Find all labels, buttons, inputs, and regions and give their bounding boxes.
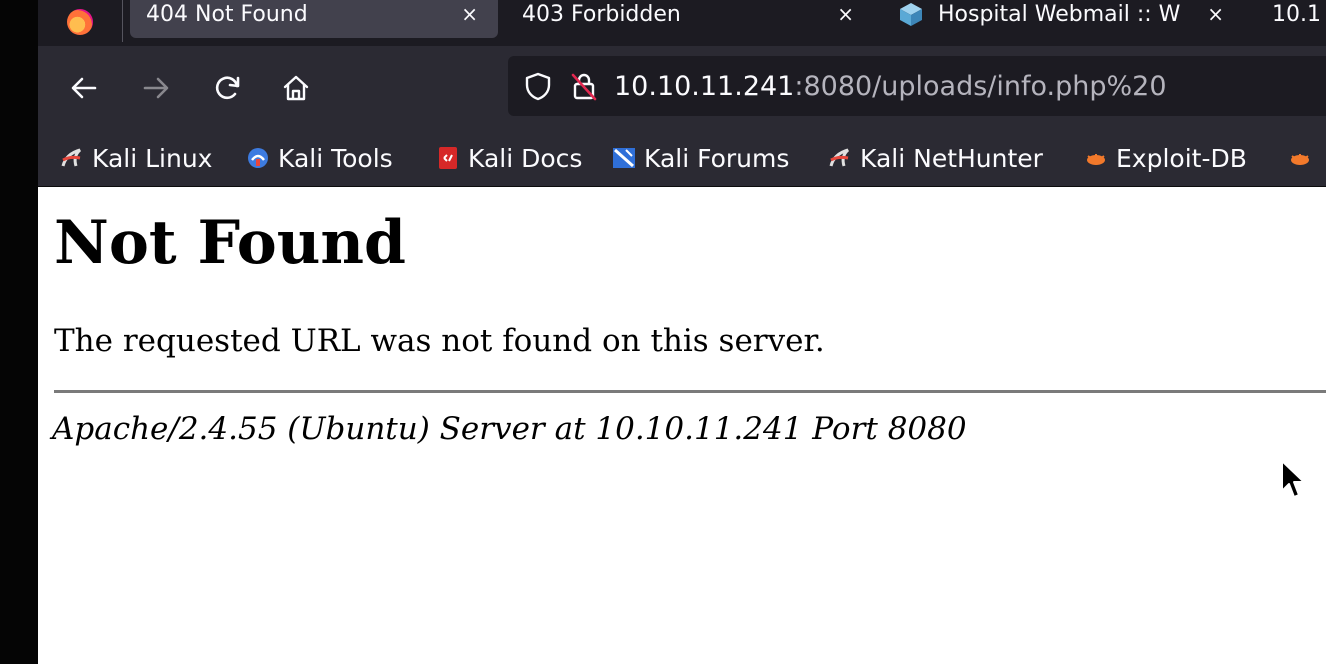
bookmark-kali-forums[interactable]: Kali Forums xyxy=(612,142,789,174)
navigation-toolbar: 10.10.11.241:8080/uploads/info.php%20 xyxy=(38,46,1326,130)
tab-label: 403 Forbidden xyxy=(522,1,681,27)
bookmarks-toolbar: Kali Linux Kali Tools Kali Docs Kali For… xyxy=(38,130,1326,187)
mouse-cursor-icon xyxy=(1281,460,1305,498)
bookmark-kali-linux[interactable]: Kali Linux xyxy=(60,142,212,174)
tab-403-forbidden[interactable]: 403 Forbidden × xyxy=(522,0,862,38)
tab-partial[interactable]: 10.1 xyxy=(1272,0,1326,38)
bookmark-kali-docs[interactable]: Kali Docs xyxy=(436,142,582,174)
tab-label: Hospital Webmail :: W xyxy=(938,1,1181,27)
bookmark-label: Kali Forums xyxy=(644,143,790,173)
url-text[interactable]: 10.10.11.241:8080/uploads/info.php%20 xyxy=(614,71,1167,102)
reload-icon xyxy=(215,76,240,100)
kali-docs-icon xyxy=(439,147,457,169)
address-bar[interactable]: 10.10.11.241:8080/uploads/info.php%20 xyxy=(508,56,1326,116)
insecure-lock-icon[interactable] xyxy=(570,71,598,101)
firefox-icon xyxy=(67,9,93,35)
page-title: Not Found xyxy=(54,208,407,278)
server-signature: Apache/2.4.55 (Ubuntu) Server at 10.10.1… xyxy=(52,411,967,447)
bookmark-label: Kali NetHunter xyxy=(860,143,1043,173)
url-path: :8080/uploads/info.php%20 xyxy=(794,70,1167,102)
bookmark-label: Kali Linux xyxy=(92,143,213,173)
bookmark-kali-nethunter[interactable]: Kali NetHunter xyxy=(828,142,1043,174)
page-content: Not Found The requested URL was not foun… xyxy=(38,187,1326,664)
kali-dragon-icon xyxy=(61,148,82,167)
url-host: 10.10.11.241 xyxy=(614,70,795,102)
bookmark-label: Kali Tools xyxy=(278,143,393,173)
browser-window: 404 Not Found × 403 Forbidden × Hospital… xyxy=(38,0,1326,664)
roundcube-icon xyxy=(900,3,922,26)
tab-label: 404 Not Found xyxy=(146,1,308,27)
close-icon[interactable]: × xyxy=(1207,2,1224,26)
kali-dragon-icon xyxy=(829,148,850,167)
tab-404-not-found[interactable]: 404 Not Found × xyxy=(130,0,498,38)
tab-divider xyxy=(122,0,123,42)
reload-button[interactable] xyxy=(208,68,248,108)
error-message: The requested URL was not found on this … xyxy=(54,323,825,359)
tab-hospital-webmail[interactable]: Hospital Webmail :: W × xyxy=(898,0,1228,38)
divider xyxy=(54,390,1326,393)
bookmark-exploit-db[interactable]: Exploit-DB xyxy=(1084,142,1247,174)
firefox-menu[interactable] xyxy=(38,0,122,38)
close-icon[interactable]: × xyxy=(837,2,854,26)
bookmark-label: Exploit-DB xyxy=(1116,143,1247,173)
bookmark-kali-tools[interactable]: Kali Tools xyxy=(246,142,393,174)
tab-strip: 404 Not Found × 403 Forbidden × Hospital… xyxy=(38,0,1326,46)
back-button[interactable] xyxy=(64,68,104,108)
kali-tools-icon xyxy=(248,148,268,168)
bookmark-overflow[interactable] xyxy=(1288,142,1320,174)
shield-icon[interactable] xyxy=(524,71,552,101)
forward-button[interactable] xyxy=(136,68,176,108)
home-button[interactable] xyxy=(276,68,316,108)
tab-label: 10.1 xyxy=(1272,1,1321,27)
arrow-left-icon xyxy=(71,77,97,99)
home-icon xyxy=(283,75,309,101)
kali-forums-icon xyxy=(613,148,635,168)
bookmark-label: Kali Docs xyxy=(468,143,583,173)
exploit-db-icon xyxy=(1291,154,1309,165)
exploit-db-icon xyxy=(1087,154,1105,165)
desktop-left-edge xyxy=(0,0,38,664)
arrow-right-icon xyxy=(143,77,169,99)
close-icon[interactable]: × xyxy=(461,2,478,26)
